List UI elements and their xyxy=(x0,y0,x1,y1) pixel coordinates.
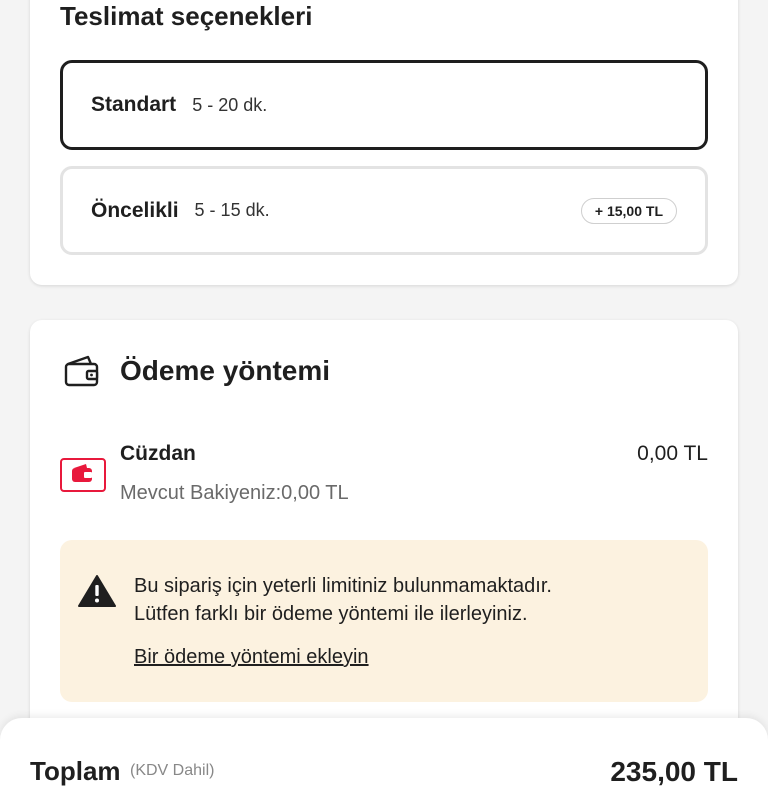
wallet-logo-icon xyxy=(60,458,106,492)
warning-line-2: Lütfen farklı bir ödeme yöntemi ile iler… xyxy=(134,603,528,625)
payment-method-header: Ödeme yöntemi xyxy=(64,354,330,388)
payment-method-card: Ödeme yöntemi Cüzdan Mevcut Bakiyeniz:0,… xyxy=(30,320,738,740)
delivery-option-name: Öncelikli xyxy=(91,198,179,222)
wallet-icon xyxy=(64,355,99,387)
delivery-option-time: 5 - 20 dk. xyxy=(192,94,268,115)
payment-method-title: Ödeme yöntemi xyxy=(120,355,331,386)
delivery-option-time: 5 - 15 dk. xyxy=(194,200,270,220)
wallet-name: Cüzdan xyxy=(120,442,196,465)
warning-message: Bu sipariş için yeterli limitiniz bulunm… xyxy=(134,572,694,628)
add-payment-method-link[interactable]: Bir ödeme yöntemi ekleyin xyxy=(134,646,369,669)
wallet-payment-option[interactable]: Cüzdan Mevcut Bakiyeniz:0,00 TL 0,00 TL xyxy=(60,442,708,512)
warning-icon xyxy=(78,575,116,607)
total-label: Toplam xyxy=(30,756,121,786)
order-total-bar: Toplam (KDV Dahil) 235,00 TL xyxy=(0,718,768,798)
total-value: 235,00 TL xyxy=(610,756,738,787)
insufficient-limit-warning: Bu sipariş için yeterli limitiniz bulunm… xyxy=(60,540,708,702)
delivery-options-title: Teslimat seçenekleri xyxy=(60,1,313,31)
delivery-option-standard[interactable]: Standart 5 - 20 dk. xyxy=(60,60,708,150)
delivery-option-name: Standart xyxy=(91,93,177,116)
delivery-options-card: Teslimat seçenekleri Standart 5 - 20 dk.… xyxy=(30,0,738,285)
extra-fee-badge: + 15,00 TL xyxy=(580,197,677,224)
wallet-balance: Mevcut Bakiyeniz:0,00 TL xyxy=(120,482,349,504)
wallet-amount: 0,00 TL xyxy=(637,442,708,465)
warning-line-1: Bu sipariş için yeterli limitiniz bulunm… xyxy=(134,575,552,597)
delivery-option-priority[interactable]: Öncelikli 5 - 15 dk. + 15,00 TL xyxy=(60,166,708,255)
total-tax-note: (KDV Dahil) xyxy=(130,762,215,779)
